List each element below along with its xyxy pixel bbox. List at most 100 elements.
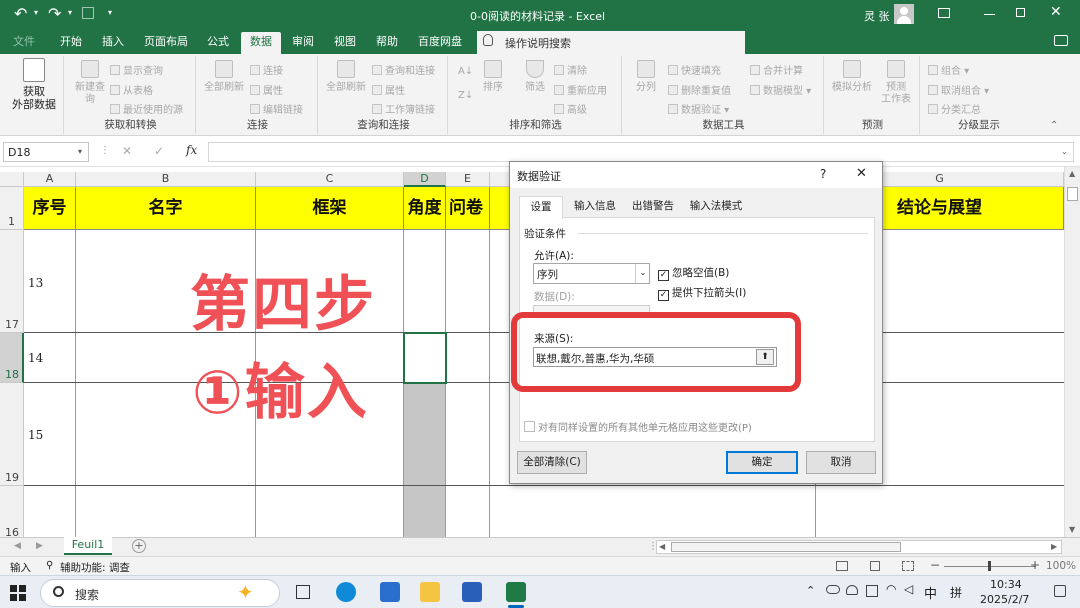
source-input[interactable]: 联想,戴尔,普惠,华为,华硕 ⬆ xyxy=(533,347,777,367)
tell-me-box[interactable]: 操作说明搜索 xyxy=(477,31,745,54)
restore-icon[interactable] xyxy=(1016,8,1025,17)
selected-cell-d18[interactable] xyxy=(403,332,447,384)
scroll-right-sheets-icon[interactable]: ▶ xyxy=(36,541,43,551)
tab-insert[interactable]: 插入 xyxy=(96,32,130,54)
volume-icon[interactable]: ◁ xyxy=(904,582,913,596)
notifications-icon[interactable] xyxy=(1054,585,1066,597)
help-button[interactable]: ? xyxy=(820,167,826,181)
workbook-links-button[interactable]: 工作簿链接 xyxy=(372,101,435,116)
cell-d19-fill[interactable] xyxy=(404,383,446,537)
tab-error-alert[interactable]: 出错警告 xyxy=(628,196,678,218)
connections-button[interactable]: 连接 xyxy=(250,62,283,77)
ignore-blank-checkbox[interactable]: ✓ 忽略空值(B) xyxy=(658,265,729,281)
sort-az-button[interactable]: A↓ xyxy=(458,66,473,77)
word-icon[interactable] xyxy=(462,582,482,602)
ribbon-display-icon[interactable] xyxy=(938,8,950,18)
col-header-b[interactable]: B xyxy=(76,172,256,187)
dropdown-checkbox[interactable]: ✓ 提供下拉箭头(I) xyxy=(658,285,746,301)
start-icon[interactable] xyxy=(10,585,26,601)
apply-all-checkbox[interactable]: 对有同样设置的所有其他单元格应用这些更改(P) xyxy=(524,419,752,434)
header-cell-angle[interactable]: 角度 xyxy=(404,187,446,230)
group-button[interactable]: 组合 ▾ xyxy=(928,62,969,77)
col-header-c[interactable]: C xyxy=(256,172,404,187)
keyboard-layout[interactable]: 拼 xyxy=(950,584,962,601)
scroll-down-icon[interactable]: ▼ xyxy=(1069,525,1075,534)
accessibility-icon[interactable]: ⚲ xyxy=(46,560,53,571)
clock-date[interactable]: 2025/2/7 xyxy=(980,593,1029,606)
minimize-icon[interactable] xyxy=(984,14,995,15)
query-properties-button[interactable]: 属性 xyxy=(372,82,405,97)
close-icon[interactable]: ✕ xyxy=(1050,4,1062,20)
cell-value[interactable]: 14 xyxy=(28,351,43,365)
tab-file[interactable]: 文件 xyxy=(8,32,40,54)
flash-fill-button[interactable]: 快速填充 xyxy=(668,62,721,77)
save-icon[interactable] xyxy=(82,7,94,19)
header-cell-index[interactable]: 序号 xyxy=(24,187,76,230)
reapply-button[interactable]: 重新应用 xyxy=(554,82,607,97)
normal-view-icon[interactable] xyxy=(836,561,848,571)
chevron-down-icon[interactable]: ▾ xyxy=(34,8,38,17)
scroll-right-icon[interactable]: ▶ xyxy=(1051,542,1057,551)
vertical-scrollbar[interactable]: ▲ ▼ xyxy=(1064,167,1080,537)
tab-review[interactable]: 审阅 xyxy=(286,32,320,54)
scroll-left-icon[interactable]: ◀ xyxy=(659,542,665,551)
row-header-16[interactable]: 16 xyxy=(0,486,24,539)
zoom-slider[interactable] xyxy=(944,561,1036,571)
col-header-a[interactable]: A xyxy=(24,172,76,187)
chevron-down-icon[interactable]: ⌄ xyxy=(1061,147,1068,156)
customize-qat-icon[interactable]: ▾ xyxy=(108,8,112,17)
data-validation-button[interactable]: 数据验证 ▾ xyxy=(668,101,729,116)
what-if-button[interactable]: 模拟分析 xyxy=(830,60,874,94)
show-queries-button[interactable]: 显示查询 xyxy=(110,62,163,77)
tab-view[interactable]: 视图 xyxy=(328,32,362,54)
tab-data[interactable]: 数据 xyxy=(241,32,281,54)
weather-icon[interactable] xyxy=(846,585,858,595)
data-model-button[interactable]: 数据模型 ▾ xyxy=(750,82,811,97)
zoom-level[interactable]: 100% xyxy=(1046,560,1076,572)
wifi-icon[interactable]: ◠ xyxy=(886,582,896,596)
edit-links-button[interactable]: 编辑链接 xyxy=(250,101,303,116)
advanced-button[interactable]: 高级 xyxy=(554,101,587,116)
sort-button[interactable]: 排序 xyxy=(478,60,508,94)
scroll-thumb[interactable] xyxy=(1067,187,1078,201)
cell-value[interactable]: 15 xyxy=(28,428,43,442)
queries-connections-button[interactable]: 查询和连接 xyxy=(372,62,435,77)
new-query-button[interactable]: 新建查 询 xyxy=(70,60,110,106)
chevron-down-icon[interactable]: ▾ xyxy=(78,147,82,156)
taskbar-search[interactable]: 搜索 ✦ xyxy=(40,579,280,607)
tray-app-icon[interactable] xyxy=(866,585,878,597)
allow-select[interactable]: 序列 ⌄ xyxy=(533,263,650,284)
drag-handle-icon[interactable]: ⋮ xyxy=(100,145,110,156)
horizontal-scrollbar[interactable]: ◀ ▶ xyxy=(656,540,1062,554)
header-cell-framework[interactable]: 框架 xyxy=(256,187,404,230)
from-table-button[interactable]: 从表格 xyxy=(110,82,153,97)
subtotal-button[interactable]: 分类汇总 xyxy=(928,101,981,116)
scroll-thumb[interactable] xyxy=(671,542,901,552)
tab-page-layout[interactable]: 页面布局 xyxy=(138,32,194,54)
header-cell-questionnaire[interactable]: 问卷 xyxy=(446,187,490,230)
tab-formulas[interactable]: 公式 xyxy=(200,32,236,54)
page-layout-view-icon[interactable] xyxy=(870,561,880,571)
properties-button[interactable]: 属性 xyxy=(250,82,283,97)
tab-input-message[interactable]: 输入信息 xyxy=(568,196,622,218)
forecast-sheet-button[interactable]: 预测 工作表 xyxy=(876,60,916,106)
remove-duplicates-button[interactable]: 删除重复值 xyxy=(668,82,731,97)
comments-icon[interactable] xyxy=(1054,35,1068,46)
row-header-19[interactable]: 19 xyxy=(0,383,24,486)
redo-icon[interactable]: ↷ xyxy=(48,4,61,23)
row-header-1[interactable]: 1 xyxy=(0,187,24,230)
collapse-dialog-icon[interactable]: ⬆ xyxy=(756,349,774,365)
formula-input[interactable]: ⌄ xyxy=(208,142,1074,162)
clear-all-button[interactable]: 全部清除(C) xyxy=(517,451,587,474)
undo-icon[interactable]: ↶ xyxy=(14,4,27,23)
tab-home[interactable]: 开始 xyxy=(54,32,88,54)
filter-button[interactable]: 筛选 xyxy=(520,60,550,94)
sort-za-button[interactable]: Z↓ xyxy=(458,90,473,101)
cancel-entry-icon[interactable]: ✕ xyxy=(122,144,132,158)
edge-icon[interactable] xyxy=(336,582,356,602)
recent-sources-button[interactable]: 最近使用的源 xyxy=(110,101,183,116)
consolidate-button[interactable]: 合并计算 xyxy=(750,62,803,77)
sheet-tab-feuil1[interactable]: Feuil1 xyxy=(64,537,112,555)
enter-icon[interactable]: ✓ xyxy=(154,144,164,158)
zoom-in-icon[interactable]: + xyxy=(1030,558,1040,572)
